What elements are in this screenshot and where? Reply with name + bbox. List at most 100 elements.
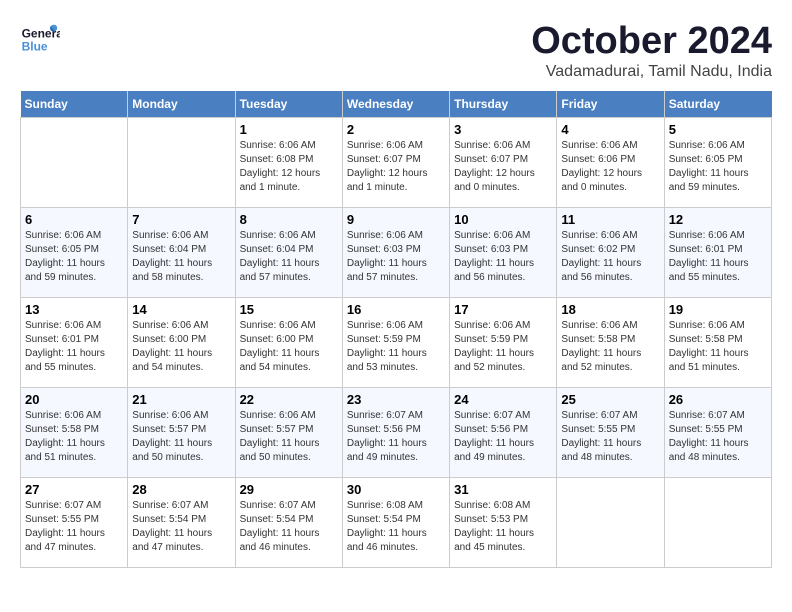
table-cell: [664, 478, 771, 568]
day-info: Sunrise: 6:06 AMSunset: 6:06 PMDaylight:…: [561, 139, 659, 195]
day-number: 17: [454, 302, 552, 317]
day-number: 23: [347, 392, 445, 407]
day-info: Sunrise: 6:07 AMSunset: 5:54 PMDaylight:…: [240, 499, 338, 555]
col-wednesday: Wednesday: [342, 91, 449, 118]
day-info: Sunrise: 6:06 AMSunset: 6:02 PMDaylight:…: [561, 229, 659, 285]
day-info: Sunrise: 6:06 AMSunset: 6:01 PMDaylight:…: [25, 319, 123, 375]
table-cell: 14 Sunrise: 6:06 AMSunset: 6:00 PMDayligh…: [128, 298, 235, 388]
day-number: 28: [132, 482, 230, 497]
day-info: Sunrise: 6:06 AMSunset: 6:00 PMDaylight:…: [240, 319, 338, 375]
day-number: 14: [132, 302, 230, 317]
table-cell: 4 Sunrise: 6:06 AMSunset: 6:06 PMDaylight…: [557, 118, 664, 208]
day-info: Sunrise: 6:07 AMSunset: 5:56 PMDaylight:…: [454, 409, 552, 465]
day-number: 12: [669, 212, 767, 227]
table-cell: 26 Sunrise: 6:07 AMSunset: 5:55 PMDayligh…: [664, 388, 771, 478]
day-info: Sunrise: 6:06 AMSunset: 6:03 PMDaylight:…: [454, 229, 552, 285]
table-cell: 9 Sunrise: 6:06 AMSunset: 6:03 PMDaylight…: [342, 208, 449, 298]
day-number: 5: [669, 122, 767, 137]
table-cell: 16 Sunrise: 6:06 AMSunset: 5:59 PMDayligh…: [342, 298, 449, 388]
day-number: 8: [240, 212, 338, 227]
day-info: Sunrise: 6:06 AMSunset: 5:58 PMDaylight:…: [561, 319, 659, 375]
table-cell: [557, 478, 664, 568]
table-cell: 28 Sunrise: 6:07 AMSunset: 5:54 PMDayligh…: [128, 478, 235, 568]
page-header: General Blue October 2024 Vadamadurai, T…: [20, 20, 772, 81]
day-number: 3: [454, 122, 552, 137]
table-cell: 23 Sunrise: 6:07 AMSunset: 5:56 PMDayligh…: [342, 388, 449, 478]
day-info: Sunrise: 6:06 AMSunset: 6:04 PMDaylight:…: [240, 229, 338, 285]
day-info: Sunrise: 6:06 AMSunset: 6:05 PMDaylight:…: [25, 229, 123, 285]
col-thursday: Thursday: [450, 91, 557, 118]
day-number: 22: [240, 392, 338, 407]
month-title: October 2024: [531, 20, 772, 63]
day-number: 25: [561, 392, 659, 407]
week-row-1: 1 Sunrise: 6:06 AMSunset: 6:08 PMDaylight…: [21, 118, 772, 208]
day-number: 7: [132, 212, 230, 227]
table-cell: 21 Sunrise: 6:06 AMSunset: 5:57 PMDayligh…: [128, 388, 235, 478]
day-number: 13: [25, 302, 123, 317]
table-cell: 1 Sunrise: 6:06 AMSunset: 6:08 PMDaylight…: [235, 118, 342, 208]
calendar-header-row: Sunday Monday Tuesday Wednesday Thursday…: [21, 91, 772, 118]
week-row-3: 13 Sunrise: 6:06 AMSunset: 6:01 PMDayligh…: [21, 298, 772, 388]
day-info: Sunrise: 6:07 AMSunset: 5:55 PMDaylight:…: [669, 409, 767, 465]
day-number: 20: [25, 392, 123, 407]
table-cell: 24 Sunrise: 6:07 AMSunset: 5:56 PMDayligh…: [450, 388, 557, 478]
day-number: 4: [561, 122, 659, 137]
table-cell: 18 Sunrise: 6:06 AMSunset: 5:58 PMDayligh…: [557, 298, 664, 388]
week-row-5: 27 Sunrise: 6:07 AMSunset: 5:55 PMDayligh…: [21, 478, 772, 568]
title-section: October 2024 Vadamadurai, Tamil Nadu, In…: [531, 20, 772, 81]
day-info: Sunrise: 6:06 AMSunset: 6:03 PMDaylight:…: [347, 229, 445, 285]
table-cell: 12 Sunrise: 6:06 AMSunset: 6:01 PMDayligh…: [664, 208, 771, 298]
table-cell: 15 Sunrise: 6:06 AMSunset: 6:00 PMDayligh…: [235, 298, 342, 388]
table-cell: 27 Sunrise: 6:07 AMSunset: 5:55 PMDayligh…: [21, 478, 128, 568]
day-info: Sunrise: 6:06 AMSunset: 5:57 PMDaylight:…: [240, 409, 338, 465]
table-cell: 10Sunrise: 6:06 AMSunset: 6:03 PMDayligh…: [450, 208, 557, 298]
day-info: Sunrise: 6:06 AMSunset: 5:59 PMDaylight:…: [454, 319, 552, 375]
day-number: 11: [561, 212, 659, 227]
day-number: 1: [240, 122, 338, 137]
day-number: 24: [454, 392, 552, 407]
table-cell: 25Sunrise: 6:07 AMSunset: 5:55 PMDayligh…: [557, 388, 664, 478]
logo-icon: General Blue: [20, 20, 60, 60]
day-info: Sunrise: 6:07 AMSunset: 5:56 PMDaylight:…: [347, 409, 445, 465]
day-number: 21: [132, 392, 230, 407]
table-cell: 5 Sunrise: 6:06 AMSunset: 6:05 PMDaylight…: [664, 118, 771, 208]
table-cell: 6Sunrise: 6:06 AMSunset: 6:05 PMDaylight…: [21, 208, 128, 298]
day-info: Sunrise: 6:08 AMSunset: 5:54 PMDaylight:…: [347, 499, 445, 555]
table-cell: 3 Sunrise: 6:06 AMSunset: 6:07 PMDaylight…: [450, 118, 557, 208]
day-number: 27: [25, 482, 123, 497]
day-info: Sunrise: 6:08 AMSunset: 5:53 PMDaylight:…: [454, 499, 552, 555]
day-number: 31: [454, 482, 552, 497]
table-cell: 8 Sunrise: 6:06 AMSunset: 6:04 PMDaylight…: [235, 208, 342, 298]
day-info: Sunrise: 6:07 AMSunset: 5:55 PMDaylight:…: [25, 499, 123, 555]
day-number: 15: [240, 302, 338, 317]
day-number: 16: [347, 302, 445, 317]
calendar-table: Sunday Monday Tuesday Wednesday Thursday…: [20, 91, 772, 568]
table-cell: 30Sunrise: 6:08 AMSunset: 5:54 PMDayligh…: [342, 478, 449, 568]
logo: General Blue: [20, 20, 62, 60]
day-number: 18: [561, 302, 659, 317]
col-monday: Monday: [128, 91, 235, 118]
day-number: 26: [669, 392, 767, 407]
day-info: Sunrise: 6:06 AMSunset: 6:01 PMDaylight:…: [669, 229, 767, 285]
day-info: Sunrise: 6:06 AMSunset: 6:07 PMDaylight:…: [347, 139, 445, 195]
day-info: Sunrise: 6:06 AMSunset: 6:07 PMDaylight:…: [454, 139, 552, 195]
day-info: Sunrise: 6:06 AMSunset: 6:08 PMDaylight:…: [240, 139, 338, 195]
day-info: Sunrise: 6:06 AMSunset: 6:00 PMDaylight:…: [132, 319, 230, 375]
table-cell: 11 Sunrise: 6:06 AMSunset: 6:02 PMDayligh…: [557, 208, 664, 298]
table-cell: 17 Sunrise: 6:06 AMSunset: 5:59 PMDayligh…: [450, 298, 557, 388]
table-cell: 29 Sunrise: 6:07 AMSunset: 5:54 PMDayligh…: [235, 478, 342, 568]
table-cell: 13 Sunrise: 6:06 AMSunset: 6:01 PMDayligh…: [21, 298, 128, 388]
table-cell: [21, 118, 128, 208]
day-number: 29: [240, 482, 338, 497]
day-number: 19: [669, 302, 767, 317]
day-info: Sunrise: 6:06 AMSunset: 5:58 PMDaylight:…: [669, 319, 767, 375]
day-info: Sunrise: 6:06 AMSunset: 6:05 PMDaylight:…: [669, 139, 767, 195]
table-cell: [128, 118, 235, 208]
location-subtitle: Vadamadurai, Tamil Nadu, India: [531, 63, 772, 81]
day-info: Sunrise: 6:07 AMSunset: 5:54 PMDaylight:…: [132, 499, 230, 555]
day-info: Sunrise: 6:06 AMSunset: 5:58 PMDaylight:…: [25, 409, 123, 465]
week-row-2: 6Sunrise: 6:06 AMSunset: 6:05 PMDaylight…: [21, 208, 772, 298]
day-info: Sunrise: 6:06 AMSunset: 5:57 PMDaylight:…: [132, 409, 230, 465]
day-info: Sunrise: 6:06 AMSunset: 5:59 PMDaylight:…: [347, 319, 445, 375]
day-number: 9: [347, 212, 445, 227]
